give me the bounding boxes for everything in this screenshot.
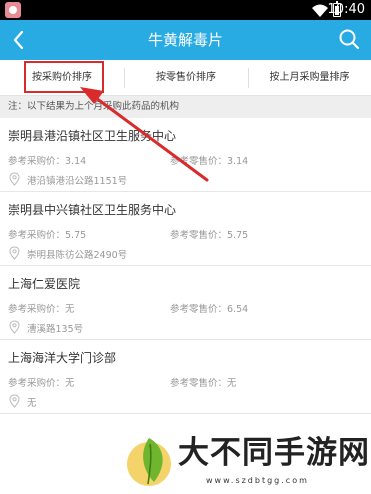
results-note: 注：以下结果为上个月采购此药品的机构 bbox=[0, 96, 371, 118]
list-item[interactable]: 崇明县港沿镇社区卫生服务中心 参考采购价：3.14 参考零售价：3.14 港沿镇… bbox=[0, 118, 371, 192]
institution-name: 上海海洋大学门诊部 bbox=[8, 351, 117, 365]
app-notification-icon bbox=[5, 2, 21, 18]
retail-price: 参考零售价：6.54 bbox=[170, 304, 249, 315]
watermark: 大不同手游网 www.szdbtgg.com bbox=[120, 430, 369, 494]
address-text: 崇明县陈彷公路2490号 bbox=[27, 250, 128, 261]
retail-price: 参考零售价：3.14 bbox=[170, 156, 249, 167]
wifi-icon bbox=[312, 4, 328, 17]
purchase-price: 参考采购价：5.75 bbox=[8, 230, 87, 241]
purchase-price: 参考采购价：3.14 bbox=[8, 156, 87, 167]
status-bar: 10:40 bbox=[0, 0, 371, 20]
watermark-title: 大不同手游网 bbox=[178, 435, 370, 471]
tab-sort-by-last-month-volume[interactable]: 按上月采购量排序 bbox=[248, 60, 371, 96]
leaf-logo-icon bbox=[127, 438, 171, 486]
location-pin-icon bbox=[9, 246, 20, 260]
location-pin-icon bbox=[9, 394, 20, 408]
institution-name: 崇明县港沿镇社区卫生服务中心 bbox=[8, 129, 177, 143]
location-pin-icon bbox=[9, 172, 20, 186]
retail-price: 参考零售价：无 bbox=[170, 378, 237, 389]
title-bar: 牛黄解毒片 bbox=[0, 20, 371, 60]
tab-sort-by-retail-price[interactable]: 按零售价排序 bbox=[124, 60, 248, 96]
address-text: 漕溪路135号 bbox=[27, 324, 84, 335]
watermark-url: www.szdbtgg.com bbox=[206, 476, 309, 485]
purchase-price: 参考采购价：无 bbox=[8, 304, 75, 315]
institution-name: 上海仁爱医院 bbox=[8, 277, 81, 291]
purchase-price: 参考采购价：无 bbox=[8, 378, 75, 389]
retail-price: 参考零售价：5.75 bbox=[170, 230, 249, 241]
address-text: 港沿镇港沿公路1151号 bbox=[27, 176, 128, 187]
list-item[interactable]: 崇明县中兴镇社区卫生服务中心 参考采购价：5.75 参考零售价：5.75 崇明县… bbox=[0, 192, 371, 266]
institution-name: 崇明县中兴镇社区卫生服务中心 bbox=[8, 203, 177, 217]
page-title: 牛黄解毒片 bbox=[147, 31, 223, 49]
address-text: 无 bbox=[27, 398, 37, 409]
institution-list: 崇明县港沿镇社区卫生服务中心 参考采购价：3.14 参考零售价：3.14 港沿镇… bbox=[0, 118, 371, 414]
location-pin-icon bbox=[9, 320, 20, 334]
search-icon[interactable] bbox=[337, 27, 361, 51]
highlight-box bbox=[24, 61, 104, 93]
list-item[interactable]: 上海仁爱医院 参考采购价：无 参考零售价：6.54 漕溪路135号 bbox=[0, 266, 371, 340]
status-time: 10:40 bbox=[327, 2, 365, 17]
list-item[interactable]: 上海海洋大学门诊部 参考采购价：无 参考零售价：无 无 bbox=[0, 340, 371, 414]
